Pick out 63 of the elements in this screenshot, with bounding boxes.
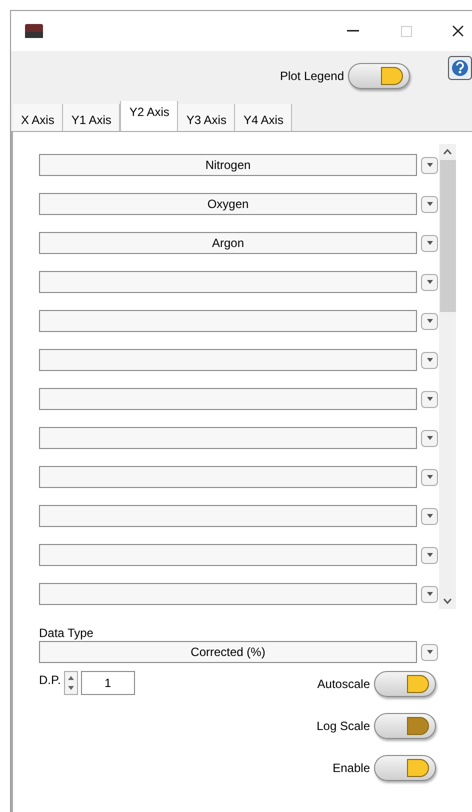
channel-select[interactable] — [39, 349, 417, 371]
spinner-icon[interactable] — [64, 671, 78, 695]
channel-select[interactable] — [39, 544, 417, 566]
dropdown-button[interactable] — [421, 312, 438, 330]
data-type-select[interactable]: Corrected (%) — [39, 641, 417, 663]
caret-icon — [426, 592, 432, 596]
decimal-places-field[interactable]: 1 — [80, 671, 135, 695]
axis-tab[interactable]: Y1 Axis — [63, 104, 120, 131]
caret-icon — [426, 202, 432, 206]
dropdown-button[interactable] — [421, 430, 438, 446]
caret-icon — [426, 553, 432, 557]
channel-select[interactable] — [39, 271, 417, 293]
caret-icon — [426, 280, 432, 284]
field-label: Data Type — [39, 625, 94, 641]
axis-tab[interactable]: X Axis — [13, 104, 64, 131]
toggle-label: Plot Legend — [280, 68, 344, 85]
channel-select[interactable] — [39, 388, 417, 410]
dropdown-button[interactable] — [421, 234, 438, 252]
caret-icon — [426, 514, 432, 518]
dropdown-button[interactable] — [421, 468, 438, 486]
channel-select[interactable] — [39, 583, 417, 605]
toggle-label: Autoscale — [317, 676, 370, 693]
channel-select[interactable]: Argon — [39, 232, 417, 254]
axis-tab[interactable]: Y2 Axis — [120, 101, 178, 131]
dropdown-button[interactable] — [421, 352, 438, 368]
caret-icon — [426, 319, 432, 323]
scroll-up-icon[interactable] — [443, 149, 452, 155]
channel-select[interactable] — [39, 427, 417, 449]
dropdown-button[interactable] — [421, 644, 438, 660]
channel-select[interactable] — [39, 466, 417, 488]
scroll-down-icon[interactable] — [443, 598, 452, 604]
caret-icon — [426, 436, 432, 440]
channel-select[interactable]: Nitrogen — [39, 154, 417, 176]
dropdown-button[interactable] — [421, 508, 438, 524]
toggle-switch[interactable] — [374, 755, 436, 781]
dropdown-button[interactable] — [421, 390, 438, 408]
channel-select[interactable] — [39, 310, 417, 332]
scroll-thumb[interactable] — [440, 160, 456, 312]
field-label: D.P. — [39, 672, 61, 689]
dropdown-button[interactable] — [421, 196, 438, 212]
toggle-label: Log Scale — [316, 718, 370, 735]
toggle-switch[interactable] — [348, 63, 410, 89]
dropdown-button[interactable] — [421, 156, 438, 174]
minimize-icon[interactable] — [347, 30, 359, 32]
channel-select[interactable]: Oxygen — [39, 193, 417, 215]
caret-icon — [426, 650, 432, 654]
caret-icon — [426, 358, 432, 362]
close-icon[interactable] — [452, 25, 464, 37]
caret-icon — [426, 475, 432, 479]
toggle-switch[interactable] — [374, 671, 436, 697]
channel-select[interactable] — [39, 505, 417, 527]
scrollbar[interactable] — [439, 144, 456, 609]
help-icon[interactable] — [448, 56, 472, 80]
axis-tab[interactable]: Y3 Axis — [178, 104, 236, 131]
caret-icon — [426, 163, 432, 167]
app-icon — [25, 24, 43, 38]
caret-icon — [426, 241, 432, 245]
axis-tab[interactable]: Y4 Axis — [235, 104, 292, 131]
dropdown-button[interactable] — [421, 546, 438, 564]
dropdown-button[interactable] — [421, 274, 438, 290]
dropdown-button[interactable] — [421, 586, 438, 602]
caret-icon — [426, 397, 432, 401]
toggle-label: Enable — [332, 760, 370, 777]
